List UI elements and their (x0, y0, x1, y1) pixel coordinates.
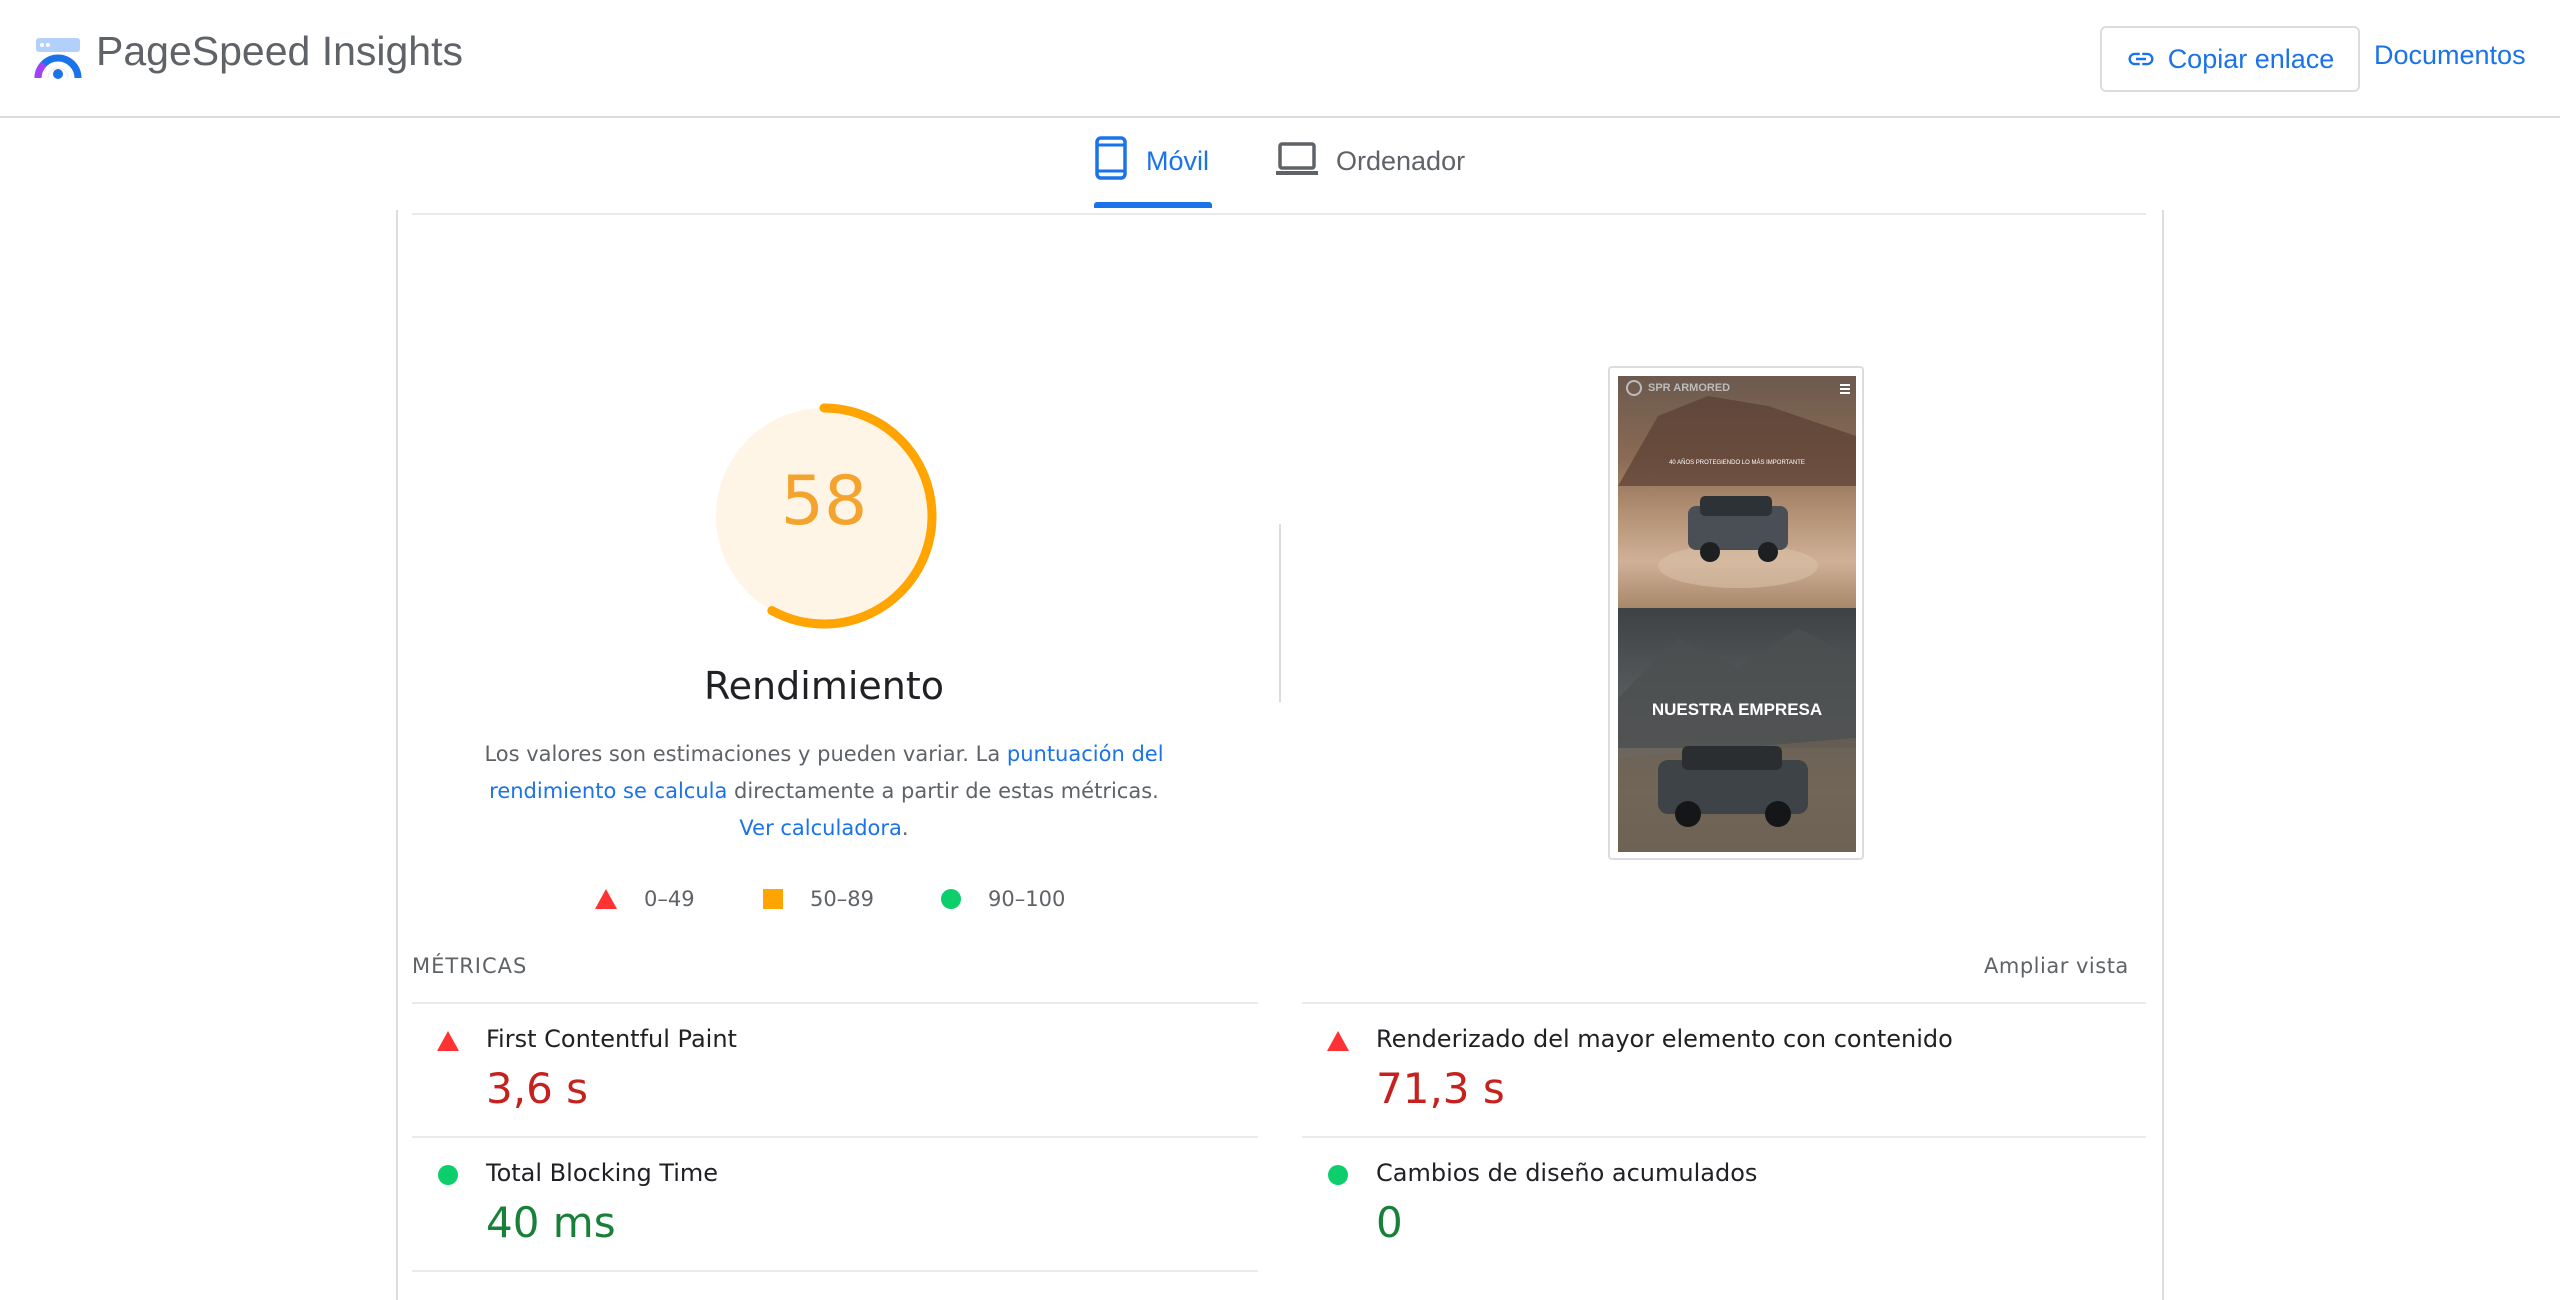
suv-silhouette-2 (1618, 628, 1856, 852)
docs-link[interactable]: Documentos (2374, 40, 2526, 71)
metrics-divider-left-bottom (412, 1270, 1258, 1272)
legend-pass: 90–100 (940, 884, 1065, 914)
screenshot-tagline: 40 AÑOS PROTEGIENDO LO MÁS IMPORTANTE (1669, 460, 1805, 466)
copy-link-button[interactable]: Copiar enlace (2100, 26, 2360, 92)
screenshot-section-title: NUESTRA EMPRESA (1651, 700, 1823, 719)
metric-lcp-value: 71,3 s (1376, 1064, 1505, 1113)
pagespeed-logo-icon[interactable] (34, 34, 82, 82)
legend-average-label: 50–89 (810, 887, 874, 911)
performance-title: Rendimiento (703, 664, 945, 708)
screenshot-brand: SPR ARMORED (1648, 382, 1731, 394)
tab-mobile[interactable]: Móvil (1094, 136, 1212, 210)
metric-fcp-name: First Contentful Paint (486, 1025, 737, 1053)
metric-cls-name: Cambios de diseño acumulados (1376, 1159, 1758, 1187)
metrics-heading: MÉTRICAS (412, 954, 528, 978)
expand-view-toggle[interactable]: Ampliar vista (1984, 954, 2129, 978)
tab-mobile-label: Móvil (1146, 146, 1210, 176)
square-average-icon (763, 889, 783, 909)
triangle-fail-icon (1327, 1031, 1349, 1051)
link-icon (2128, 52, 2154, 66)
metrics-divider-right-top (1302, 1002, 2146, 1004)
metrics-divider-right-mid (1302, 1136, 2146, 1138)
copy-link-label: Copiar enlace (2167, 43, 2335, 74)
legend-average: 50–89 (762, 884, 874, 914)
metric-cls-value: 0 (1376, 1198, 1403, 1247)
metrics-divider-left-mid (412, 1136, 1258, 1138)
triangle-fail-icon (595, 889, 617, 909)
circle-pass-icon (438, 1165, 458, 1185)
active-tab-indicator (1094, 202, 1212, 208)
smartphone-icon (1095, 136, 1127, 180)
legend-fail-label: 0–49 (644, 887, 695, 911)
desc-text-3: . (901, 816, 909, 840)
circle-pass-icon (941, 889, 961, 909)
metric-fcp-value: 3,6 s (486, 1064, 589, 1113)
metrics-divider-left-top (412, 1002, 1258, 1004)
performance-score: 58 (780, 462, 868, 541)
legend-fail: 0–49 (594, 884, 695, 914)
app-header: PageSpeed Insights Copiar enlace Documen… (0, 0, 2560, 118)
hero-image-desert: SPR ARMORED 40 AÑOS PROTEGIENDO LO MÁS I… (1618, 376, 1856, 608)
legend-pass-label: 90–100 (988, 887, 1066, 911)
desc-text-2: directamente a partir de estas métricas. (727, 779, 1159, 803)
laptop-icon (1276, 142, 1318, 175)
triangle-fail-icon (437, 1031, 459, 1051)
performance-description: Los valores son estimaciones y pueden va… (484, 736, 1164, 847)
vertical-divider (1279, 524, 1281, 702)
desc-text-1: Los valores son estimaciones y pueden va… (484, 742, 1007, 766)
metric-tbt-name: Total Blocking Time (486, 1159, 719, 1187)
suv-silhouette-1 (1618, 380, 1856, 588)
device-tabs: Móvil Ordenador (0, 118, 2560, 210)
card-top-divider (412, 213, 2146, 215)
hero-image-mountain (1618, 608, 1856, 852)
calculator-link[interactable]: Ver calculadora (739, 816, 901, 840)
tab-desktop[interactable]: Ordenador (1276, 136, 1476, 210)
circle-pass-icon (1328, 1165, 1348, 1185)
page-screenshot: SPR ARMORED 40 AÑOS PROTEGIENDO LO MÁS I… (1608, 366, 1864, 860)
app-title: PageSpeed Insights (96, 28, 463, 74)
screenshot-content: SPR ARMORED 40 AÑOS PROTEGIENDO LO MÁS I… (1618, 376, 1856, 852)
metric-tbt-value: 40 ms (486, 1198, 616, 1247)
metric-lcp-name: Renderizado del mayor elemento con conte… (1376, 1025, 1953, 1053)
tab-desktop-label: Ordenador (1336, 146, 1466, 176)
